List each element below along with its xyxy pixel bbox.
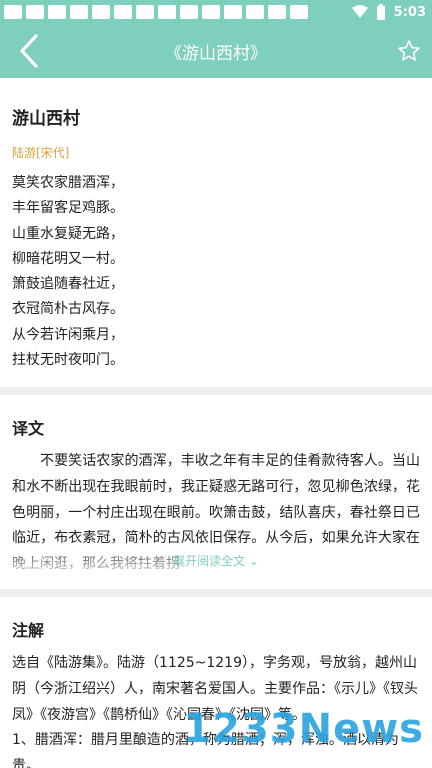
notification-icon: [48, 5, 66, 19]
app-bar: 《游山西村》: [0, 24, 432, 78]
poem-section: 游山西村 陆游[宋代] 莫笑农家腊酒浑， 丰年留客足鸡豚。 山重水复疑无路， 柳…: [0, 104, 432, 387]
notes-paragraph: 选自《陆游集》。陆游（1125~1219），字务观，号放翁，越州山阴（今浙江绍兴…: [12, 655, 418, 723]
translation-body: 不要笑话农家的酒浑，丰收之年有丰足的佳肴款待客人。当山和水不断出现在我眼前时，我…: [12, 449, 420, 580]
star-outline-icon: [398, 40, 420, 61]
back-arrow-icon: [20, 34, 38, 68]
poem-line: 丰年留客足鸡豚。: [12, 200, 124, 217]
notification-icon: [26, 5, 44, 19]
notes-heading: 注解: [12, 621, 45, 641]
notification-icon: [114, 5, 132, 19]
translation-section: 译文 不要笑话农家的酒浑，丰收之年有丰足的佳肴款待客人。当山和水不断出现在我眼前…: [0, 415, 432, 589]
notification-icon: [92, 5, 110, 19]
poem-line: 柳暗花明又一村。: [12, 250, 124, 267]
status-time: 5:03: [393, 4, 426, 20]
poem-author[interactable]: 陆游[宋代]: [12, 144, 420, 161]
notification-icon: [180, 5, 198, 19]
notification-icon: [224, 5, 242, 19]
battery-icon: [376, 4, 385, 20]
poem-line: 从今若许闲乘月，: [12, 326, 124, 343]
notification-icon: [136, 5, 154, 19]
content-scroll[interactable]: 游山西村 陆游[宋代] 莫笑农家腊酒浑， 丰年留客足鸡豚。 山重水复疑无路， 柳…: [0, 78, 432, 768]
notification-icon: [4, 5, 22, 19]
notification-icon: [202, 5, 220, 19]
notification-icon: [158, 5, 176, 19]
notes-paragraph: 1、腊酒浑：腊月里酿造的酒，称为腊酒；浑，浑浊。酒以清为贵。: [12, 732, 399, 768]
section-divider: [0, 589, 432, 598]
page-title: 《游山西村》: [165, 43, 267, 64]
notification-icon: [290, 5, 308, 19]
expand-button[interactable]: 展开阅读全文 ⌄: [12, 552, 420, 569]
wifi-icon: [351, 5, 368, 18]
poem-body: 莫笑农家腊酒浑， 丰年留客足鸡豚。 山重水复疑无路， 柳暗花明又一村。 箫鼓追随…: [12, 171, 420, 373]
notification-icon: [246, 5, 264, 19]
notification-icon: [268, 5, 286, 19]
notification-icons: [4, 5, 308, 19]
poem-line: 拄杖无时夜叩门。: [12, 352, 124, 369]
notification-icon: [70, 5, 88, 19]
poem-line: 箫鼓追随春社近，: [12, 276, 124, 293]
status-bar: 5:03: [0, 0, 432, 24]
back-button[interactable]: [12, 34, 46, 68]
poem-line: 衣冠简朴古风存。: [12, 301, 124, 318]
translation-heading: 译文: [12, 419, 45, 439]
poem-title: 游山西村: [12, 109, 80, 129]
poem-line: 莫笑农家腊酒浑，: [12, 175, 124, 191]
section-divider: [0, 387, 432, 396]
favorite-button[interactable]: [394, 36, 424, 66]
notes-section: 注解 选自《陆游集》。陆游（1125~1219），字务观，号放翁，越州山阴（今浙…: [0, 617, 432, 768]
poem-line: 山重水复疑无路，: [12, 225, 124, 242]
